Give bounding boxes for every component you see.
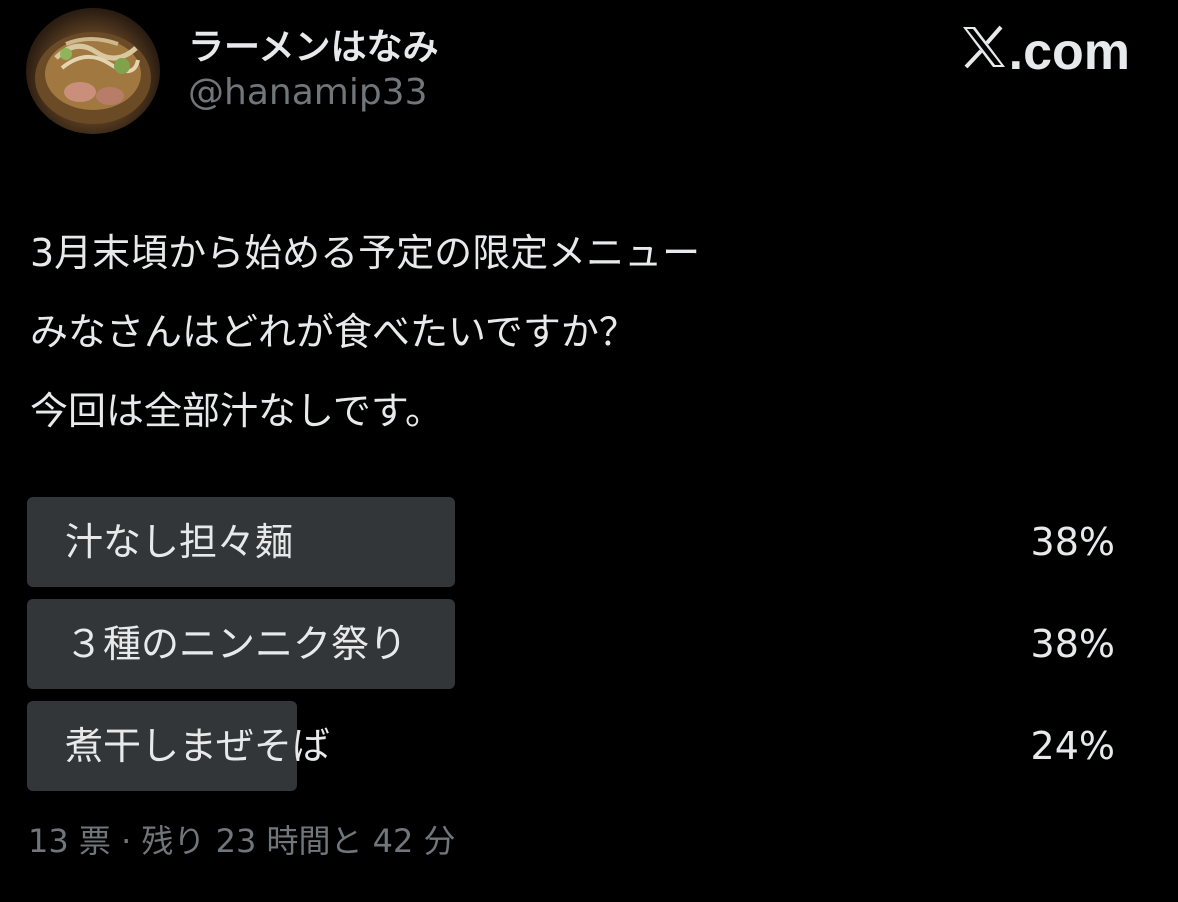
poll: 汁なし担々麺 38% ３種のニンニク祭り 38% 煮干しまぜそば 24% [27, 497, 1127, 803]
poll-option-label: 汁なし担々麺 [65, 520, 294, 564]
poll-option[interactable]: ３種のニンニク祭り 38% [27, 599, 1127, 689]
post-line: みなさんはどれが食べたいですか？ [30, 310, 637, 354]
poll-option-label: ３種のニンニク祭り [65, 622, 408, 666]
brand-suffix: .com [1008, 23, 1130, 81]
poll-option[interactable]: 汁なし担々麺 38% [27, 497, 1127, 587]
x-logo-icon [961, 22, 1007, 82]
post-text: 3月末頃から始める予定の限定メニュー みなさんはどれが食べたいですか？ 今回は全… [30, 214, 1130, 451]
ramen-photo [35, 32, 151, 124]
poll-option[interactable]: 煮干しまぜそば 24% [27, 701, 1127, 791]
author-handle[interactable]: @hanamip33 [188, 72, 427, 113]
poll-footer: 13 票 · 残り 23 時間と 42 分 [28, 822, 456, 860]
poll-option-percent: 38% [1030, 622, 1115, 666]
brand-watermark: .com [961, 22, 1130, 82]
author-display-name[interactable]: ラーメンはなみ [188, 18, 439, 70]
poll-option-percent: 24% [1030, 724, 1115, 768]
poll-option-label: 煮干しまぜそば [65, 724, 330, 768]
post-line: 3月末頃から始める予定の限定メニュー [30, 231, 701, 275]
poll-option-percent: 38% [1030, 520, 1115, 564]
post-line: 今回は全部汁なしです。 [30, 389, 444, 433]
avatar[interactable] [26, 8, 160, 134]
